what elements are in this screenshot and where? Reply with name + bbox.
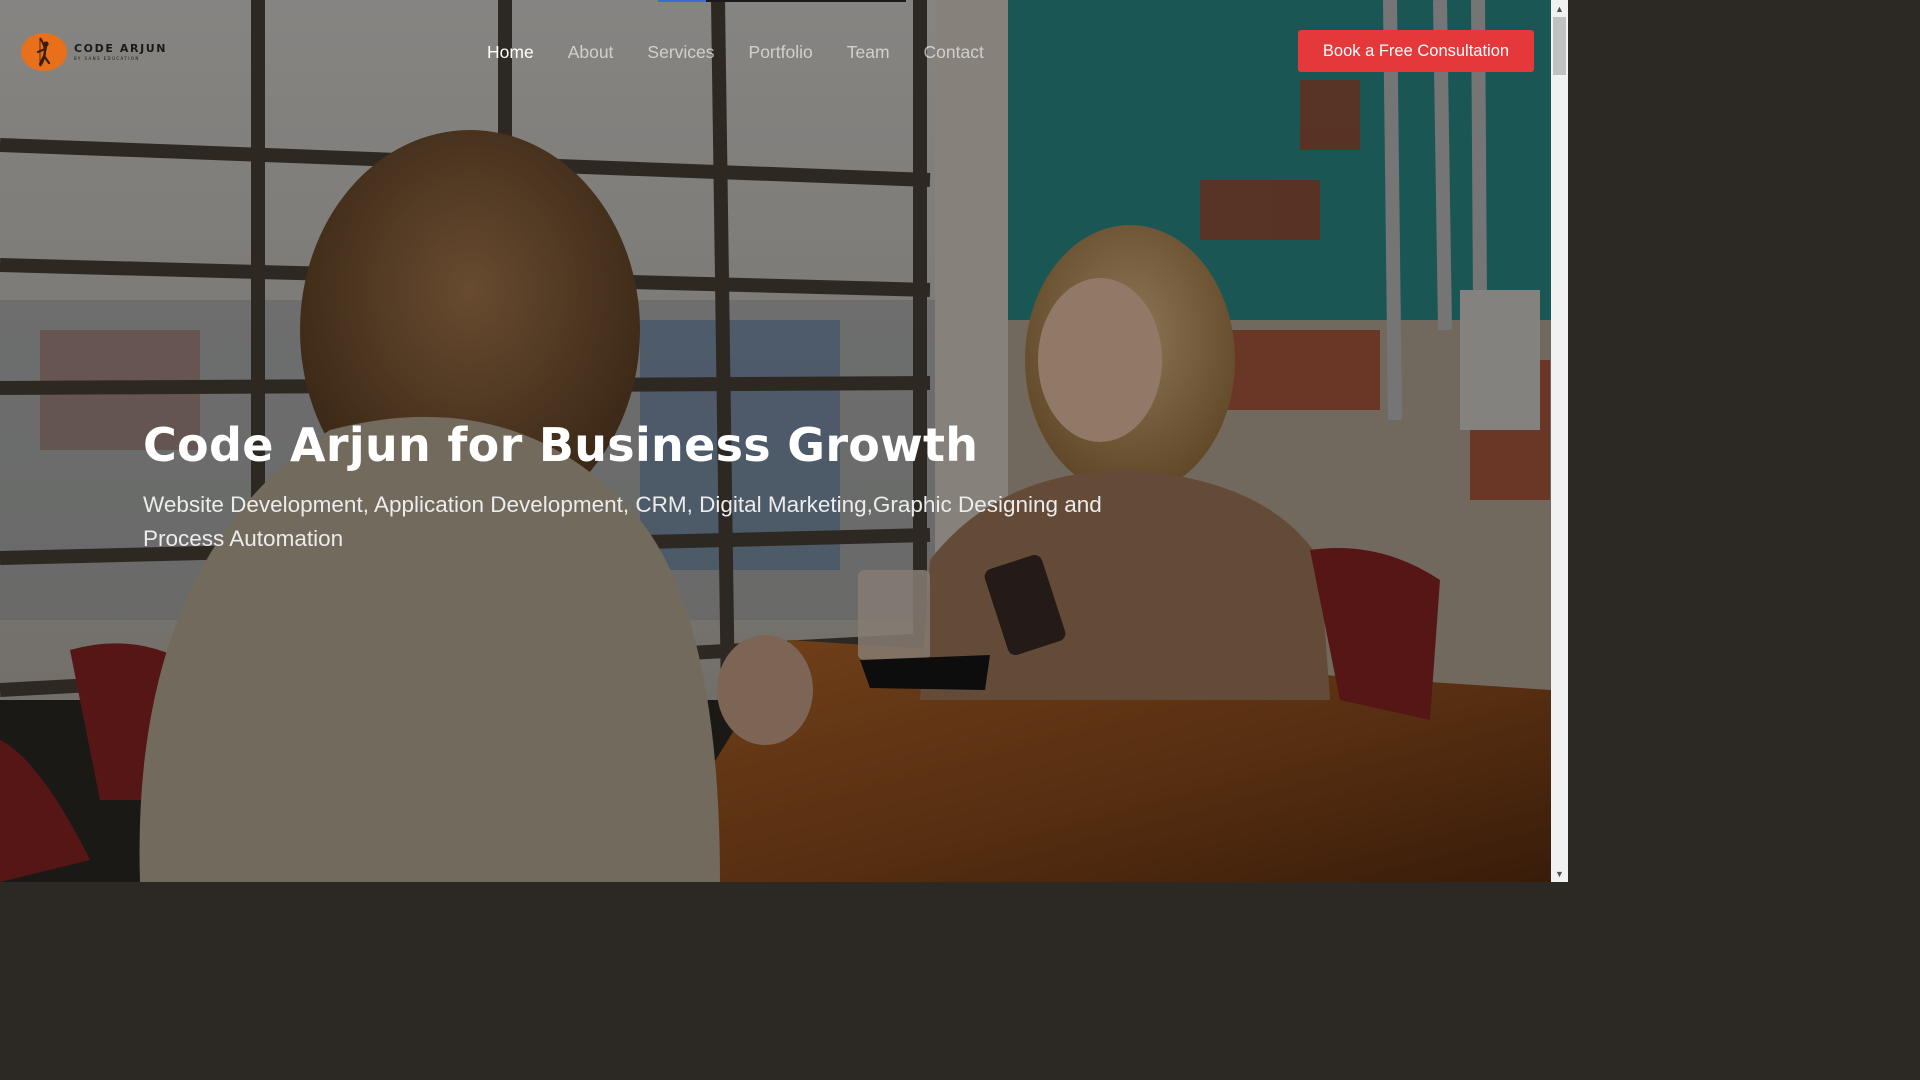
nav-item-about[interactable]: About <box>551 36 631 69</box>
scroll-down-arrow-icon[interactable]: ▼ <box>1551 865 1568 882</box>
scrollbar-thumb[interactable] <box>1553 17 1566 75</box>
archer-logo-icon <box>21 33 67 71</box>
hero-title: Code Arjun for Business Growth <box>143 418 979 472</box>
nav-item-contact[interactable]: Contact <box>907 36 1001 69</box>
hero-subtitle: Website Development, Application Develop… <box>143 492 1102 551</box>
book-consultation-button[interactable]: Book a Free Consultation <box>1298 30 1534 72</box>
site-header: CODE ARJUN BY SANS EDUCATION Home About … <box>0 0 1551 104</box>
brand-tagline: BY SANS EDUCATION <box>74 56 140 61</box>
brand-name: CODE ARJUN <box>74 42 168 55</box>
main-nav: Home About Services Portfolio Team Conta… <box>470 36 1001 69</box>
scroll-progress-indicator <box>658 0 906 2</box>
nav-item-home[interactable]: Home <box>470 36 551 69</box>
brand-logo[interactable]: CODE ARJUN BY SANS EDUCATION <box>20 32 167 72</box>
nav-item-services[interactable]: Services <box>630 36 731 69</box>
scroll-up-arrow-icon[interactable]: ▲ <box>1551 0 1568 17</box>
nav-item-team[interactable]: Team <box>830 36 907 69</box>
page-scrollbar[interactable]: ▲ ▼ <box>1551 0 1568 882</box>
nav-item-portfolio[interactable]: Portfolio <box>732 36 830 69</box>
